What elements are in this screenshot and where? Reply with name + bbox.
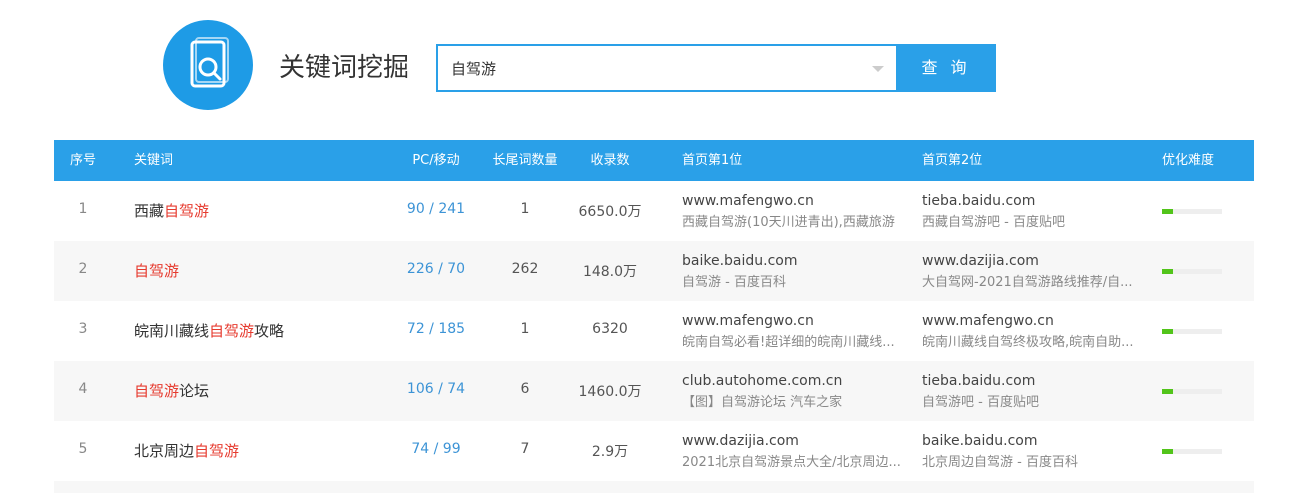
keyword-link[interactable]: 自驾游 [134,260,179,281]
row-index: 4 [78,381,88,397]
difficulty-fill [1162,269,1173,274]
long-tail-count: 1 [520,321,530,337]
page1-result[interactable]: club.autohome.com.cn 【图】自驾游论坛 汽车之家 [682,372,842,413]
keyword-link[interactable]: 北京周边自驾游 [134,440,239,461]
page2-result[interactable]: www.mafengwo.cn 皖南川藏线自驾终极攻略,皖南自助... [922,312,1134,353]
result-site[interactable]: www.mafengwo.cn [922,312,1134,330]
difficulty-bar [1162,389,1222,394]
row-index: 2 [78,261,88,277]
row-index: 1 [78,201,88,217]
header-keyword: 关键词 [134,153,174,168]
keyword-link[interactable]: 皖南川藏线自驾游攻略 [134,320,284,341]
table-row: 2 自驾游 226 / 70 262 148.0万 baike.baidu.co… [54,241,1254,301]
record-count: 6320 [592,321,628,337]
table-row-partial [54,481,1254,493]
result-site[interactable]: tieba.baidu.com [922,372,1039,390]
result-site[interactable]: club.autohome.com.cn [682,372,842,390]
result-desc: 西藏自驾游吧 - 百度贴吧 [922,215,1065,230]
page1-result[interactable]: www.dazijia.com 2021北京自驾游景点大全/北京周边... [682,432,901,473]
result-site[interactable]: www.mafengwo.cn [682,312,895,330]
search-field[interactable] [436,44,896,92]
result-desc: 【图】自驾游论坛 汽车之家 [682,395,843,410]
header-records: 收录数 [590,153,630,168]
difficulty-bar [1162,329,1222,334]
dropdown-caret-icon[interactable] [872,66,884,72]
difficulty-fill [1162,329,1173,334]
difficulty-bar [1162,209,1222,214]
table-row: 3 皖南川藏线自驾游攻略 72 / 185 1 6320 www.mafengw… [54,301,1254,361]
pc-mobile-value[interactable]: 90 / 241 [386,201,486,217]
page2-result[interactable]: baike.baidu.com 北京周边自驾游 - 百度百科 [922,432,1078,473]
pc-mobile-value[interactable]: 226 / 70 [386,261,486,277]
row-index: 3 [78,321,88,337]
long-tail-count: 262 [511,261,539,277]
header-page1: 首页第1位 [682,153,743,168]
record-count: 148.0万 [582,264,638,280]
page1-result[interactable]: baike.baidu.com 自驾游 - 百度百科 [682,252,798,293]
table-row: 5 北京周边自驾游 74 / 99 7 2.9万 www.dazijia.com… [54,421,1254,481]
header-long-tail: 长尾词数量 [492,153,558,168]
page1-result[interactable]: www.mafengwo.cn 西藏自驾游(10天川进青出),西藏旅游 [682,192,895,233]
result-site[interactable]: www.dazijia.com [922,252,1133,270]
header-difficulty: 优化难度 [1162,153,1215,168]
keyword-table: 序号 关键词 PC/移动 长尾词数量 收录数 首页第1位 首页第2位 优化难度 … [54,140,1254,493]
result-site[interactable]: baike.baidu.com [682,252,798,270]
page-title: 关键词挖掘 [279,53,410,83]
result-site[interactable]: tieba.baidu.com [922,192,1065,210]
pc-mobile-value[interactable]: 74 / 99 [386,441,486,457]
difficulty-bar [1162,269,1222,274]
result-desc: 北京周边自驾游 - 百度百科 [922,455,1078,470]
search-button[interactable]: 查 询 [896,44,996,92]
app-logo-icon [163,20,253,110]
page2-result[interactable]: tieba.baidu.com 西藏自驾游吧 - 百度贴吧 [922,192,1065,233]
record-count: 6650.0万 [578,204,642,220]
pc-mobile-value[interactable]: 106 / 74 [386,381,486,397]
keyword-link[interactable]: 西藏自驾游 [134,200,209,221]
long-tail-count: 7 [520,441,530,457]
table-row: 4 自驾游论坛 106 / 74 6 1460.0万 club.autohome… [54,361,1254,421]
record-count: 2.9万 [591,444,629,460]
long-tail-count: 6 [520,381,530,397]
table-header: 序号 关键词 PC/移动 长尾词数量 收录数 首页第1位 首页第2位 优化难度 [54,140,1254,181]
header-page2: 首页第2位 [922,153,983,168]
result-desc: 自驾游 - 百度百科 [682,275,786,290]
record-count: 1460.0万 [578,384,642,400]
pc-mobile-value[interactable]: 72 / 185 [386,321,486,337]
difficulty-bar [1162,449,1222,454]
difficulty-fill [1162,209,1173,214]
difficulty-fill [1162,449,1173,454]
page2-result[interactable]: www.dazijia.com 大自驾网-2021自驾游路线推荐/自... [922,252,1133,293]
result-site[interactable]: www.dazijia.com [682,432,901,450]
page1-result[interactable]: www.mafengwo.cn 皖南自驾必看!超详细的皖南川藏线... [682,312,895,353]
result-site[interactable]: www.mafengwo.cn [682,192,895,210]
keyword-link[interactable]: 自驾游论坛 [134,380,209,401]
difficulty-fill [1162,389,1173,394]
search-input[interactable] [438,46,858,90]
result-desc: 西藏自驾游(10天川进青出),西藏旅游 [682,215,895,230]
header-pc-mobile: PC/移动 [412,153,460,168]
result-desc: 2021北京自驾游景点大全/北京周边... [682,455,901,470]
page2-result[interactable]: tieba.baidu.com 自驾游吧 - 百度贴吧 [922,372,1039,413]
row-index: 5 [78,441,88,457]
result-desc: 自驾游吧 - 百度贴吧 [922,395,1039,410]
header-idx: 序号 [69,153,96,168]
result-site[interactable]: baike.baidu.com [922,432,1078,450]
long-tail-count: 1 [520,201,530,217]
table-row: 1 西藏自驾游 90 / 241 1 6650.0万 www.mafengwo.… [54,181,1254,241]
result-desc: 皖南自驾必看!超详细的皖南川藏线... [682,335,895,350]
result-desc: 大自驾网-2021自驾游路线推荐/自... [922,275,1133,290]
result-desc: 皖南川藏线自驾终极攻略,皖南自助... [922,335,1134,350]
